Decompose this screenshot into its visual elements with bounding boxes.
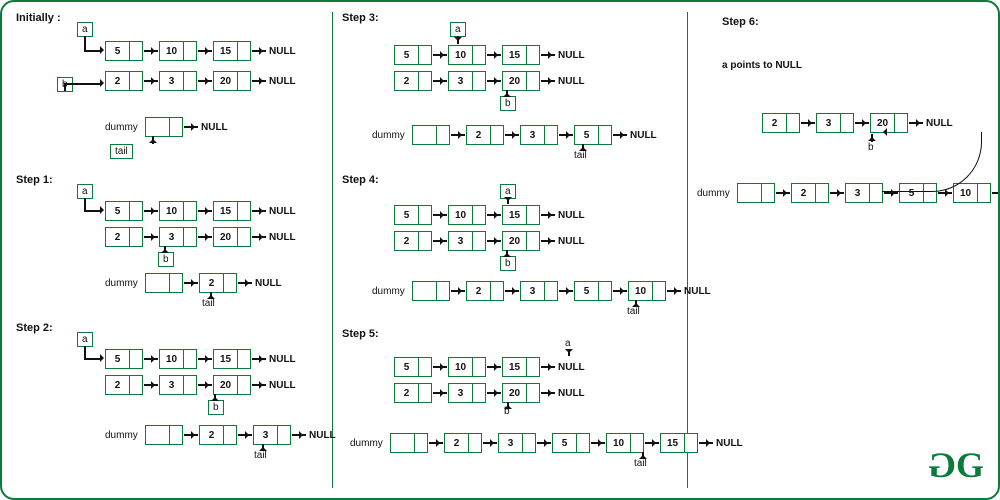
s4-tail-arrow bbox=[635, 300, 637, 306]
s2-listB: 2320NULL bbox=[105, 374, 296, 396]
s5-listA: 51015NULL bbox=[394, 356, 585, 378]
s6-dummy-chain: 2351015 bbox=[737, 182, 1000, 204]
s6-b-arrow bbox=[871, 134, 873, 142]
s5-tail: tail bbox=[634, 458, 647, 469]
s4-dummy-chain: 23510NULL bbox=[412, 280, 711, 302]
s5-b-arrow bbox=[507, 402, 509, 406]
geeksforgeeks-logo: GG bbox=[932, 444, 980, 486]
tail-arrow-init bbox=[152, 136, 154, 144]
s3-dummy-label: dummy bbox=[372, 130, 405, 141]
label-step6: Step 6: bbox=[722, 16, 759, 28]
diagram-frame: Initially : a 51015NULL b 2320NULL dummy… bbox=[0, 0, 1000, 500]
label-dummy: dummy bbox=[105, 122, 138, 133]
s3-a-arrow bbox=[457, 36, 459, 44]
s2-b-box: b bbox=[208, 400, 224, 415]
s6-note: a points to NULL bbox=[722, 60, 802, 71]
s5-dummy-label: dummy bbox=[350, 438, 383, 449]
s1-b-box: b bbox=[158, 252, 174, 267]
s1-listB: 2320NULL bbox=[105, 226, 296, 248]
s2-a-box: a bbox=[77, 332, 93, 347]
s4-listB: 2320NULL bbox=[394, 230, 585, 252]
s1-a-box: a bbox=[77, 184, 93, 199]
s5-listB: 2320NULL bbox=[394, 382, 585, 404]
s4-b-box: b bbox=[500, 256, 516, 271]
s6-dummy-label: dummy bbox=[697, 188, 730, 199]
label-step3: Step 3: bbox=[342, 12, 379, 24]
s4-b-arrow bbox=[506, 250, 508, 256]
chain-listA: 51015NULL bbox=[105, 40, 296, 62]
s3-listB: 2320NULL bbox=[394, 70, 585, 92]
s3-dummy-chain: 235NULL bbox=[412, 124, 657, 146]
s3-tail: tail bbox=[574, 150, 587, 161]
s2-b-arrow bbox=[214, 394, 216, 400]
chain-listB: 2320NULL bbox=[105, 70, 296, 92]
s6-b-text: b bbox=[868, 142, 874, 153]
s1-tail: tail bbox=[202, 298, 215, 309]
label-step5: Step 5: bbox=[342, 328, 379, 340]
column-divider-2 bbox=[687, 12, 688, 488]
pointer-a-box: a bbox=[77, 22, 93, 37]
column-divider-1 bbox=[332, 12, 333, 488]
s5-a-text: a bbox=[565, 338, 571, 349]
s4-dummy-label: dummy bbox=[372, 286, 405, 297]
s5-dummy-chain: 2351015NULL bbox=[390, 432, 743, 454]
s2-listA: 51015NULL bbox=[105, 348, 296, 370]
label-step1: Step 1: bbox=[16, 174, 53, 186]
s2-dummy-chain: 23NULL bbox=[145, 424, 336, 446]
label-initially: Initially : bbox=[16, 12, 61, 24]
s3-b-arrow bbox=[506, 90, 508, 96]
chain-dummy-init: NULL bbox=[145, 116, 228, 138]
s3-tail-arrow bbox=[582, 144, 584, 150]
s5-tail-arrow bbox=[642, 452, 644, 458]
s1-tail-arrow bbox=[210, 292, 212, 298]
s6-top-chain: 2320NULL bbox=[762, 112, 953, 134]
s4-tail: tail bbox=[627, 306, 640, 317]
s2-dummy-label: dummy bbox=[105, 430, 138, 441]
s3-a-box: a bbox=[450, 22, 466, 37]
pointer-tail-box: tail bbox=[110, 144, 133, 159]
s4-listA: 51015NULL bbox=[394, 204, 585, 226]
s2-tail-arrow bbox=[262, 444, 264, 450]
s3-b-box: b bbox=[500, 96, 516, 111]
s3-listA: 51015NULL bbox=[394, 44, 585, 66]
s1-dummy-label: dummy bbox=[105, 278, 138, 289]
s1-b-arrow bbox=[164, 246, 166, 252]
s1-listA: 51015NULL bbox=[105, 200, 296, 222]
label-step4: Step 4: bbox=[342, 174, 379, 186]
s2-tail: tail bbox=[254, 450, 267, 461]
label-step2: Step 2: bbox=[16, 322, 53, 334]
